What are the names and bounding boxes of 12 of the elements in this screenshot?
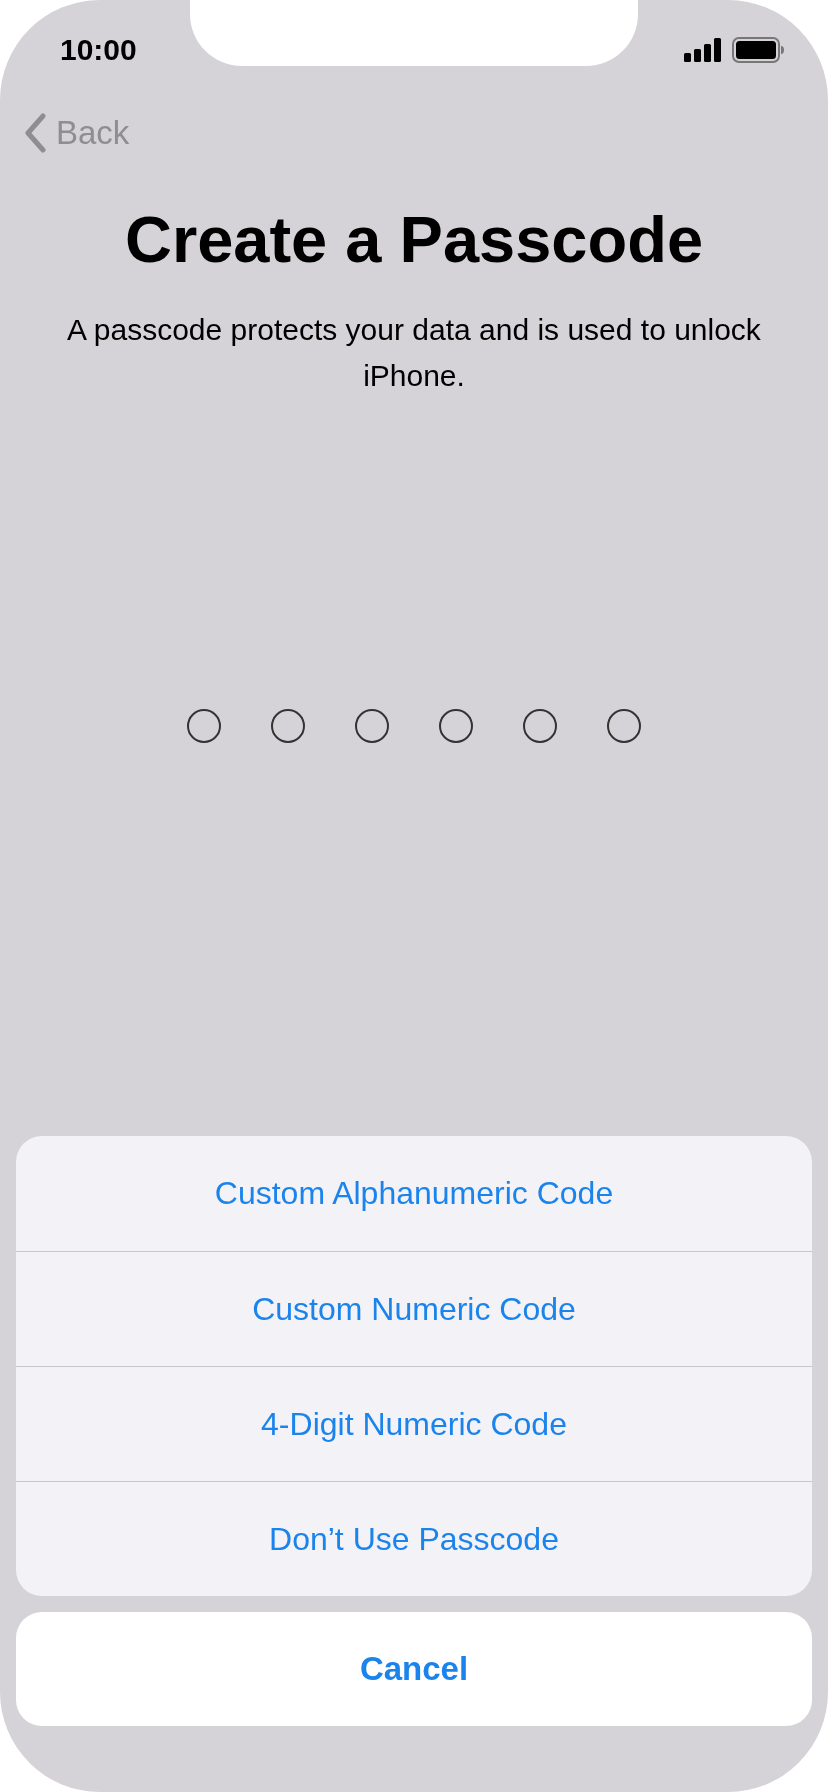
sheet-option[interactable]: Don’t Use Passcode [16, 1481, 812, 1596]
sheet-option[interactable]: Custom Numeric Code [16, 1251, 812, 1366]
page-subtitle: A passcode protects your data and is used to unlock iPhone. [66, 312, 762, 394]
signal-icon [684, 38, 722, 62]
battery-icon [732, 37, 784, 63]
sheet-option[interactable]: 4-Digit Numeric Code [16, 1366, 812, 1481]
chevron-left-icon [24, 113, 46, 153]
cancel-button[interactable]: Cancel [16, 1612, 812, 1726]
back-button[interactable]: Back [24, 113, 130, 153]
sheet-option[interactable]: Custom Alphanumeric Code [16, 1136, 812, 1251]
status-time: 10:00 [60, 33, 137, 67]
page-title: Create a Passcode [123, 202, 705, 277]
